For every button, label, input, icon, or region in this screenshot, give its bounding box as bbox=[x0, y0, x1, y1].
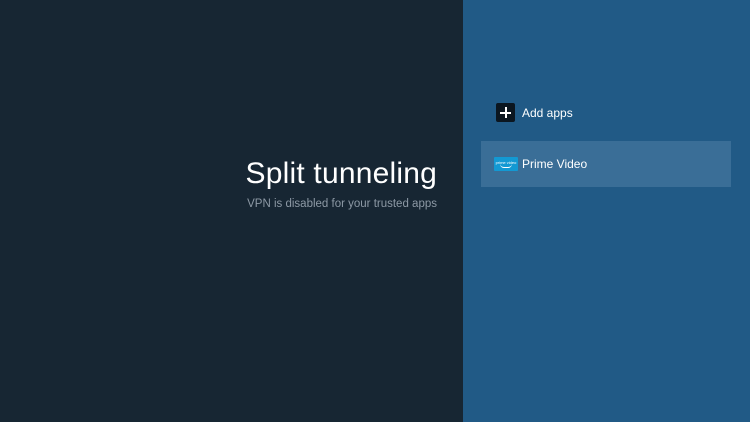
apps-panel: Add apps prime video Prime Video bbox=[463, 0, 750, 422]
page-subtitle: VPN is disabled for your trusted apps bbox=[247, 198, 437, 210]
title-block: Split tunneling VPN is disabled for your… bbox=[246, 155, 437, 212]
add-apps-label: Add apps bbox=[522, 105, 573, 120]
split-tunneling-screen: Split tunneling VPN is disabled for your… bbox=[0, 0, 750, 422]
page-title: Split tunneling bbox=[245, 157, 437, 190]
prime-smile-mark bbox=[500, 164, 512, 168]
app-item-prime-video[interactable]: prime video Prime Video bbox=[481, 141, 731, 187]
prime-video-icon: prime video bbox=[494, 157, 518, 171]
trusted-apps-list: Add apps prime video Prime Video bbox=[481, 94, 731, 187]
plus-icon bbox=[496, 103, 515, 122]
app-item-label: Prime Video bbox=[522, 157, 588, 171]
info-panel: Split tunneling VPN is disabled for your… bbox=[0, 0, 463, 422]
add-apps-button[interactable]: Add apps bbox=[481, 94, 731, 131]
